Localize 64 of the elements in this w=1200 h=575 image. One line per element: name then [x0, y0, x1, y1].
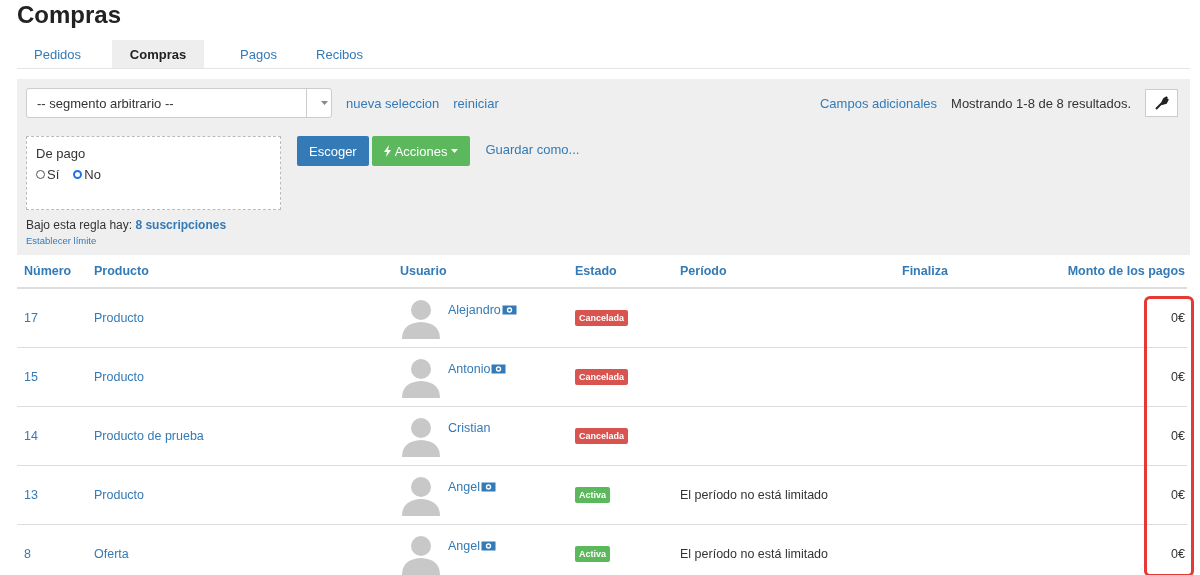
avatar-icon [400, 297, 442, 339]
user-link[interactable]: Cristian [448, 421, 491, 435]
wrench-icon [1154, 96, 1169, 110]
user-link[interactable]: Angel [448, 480, 480, 494]
tab[interactable]: Pedidos [17, 40, 98, 68]
order-number-link[interactable]: 17 [24, 311, 38, 325]
order-number-link[interactable]: 14 [24, 429, 38, 443]
tab[interactable]: Compras [112, 40, 204, 68]
column-header[interactable]: Finaliza [902, 264, 948, 278]
caret-icon [451, 149, 459, 153]
amount-text: 0€ [1171, 429, 1185, 443]
product-link[interactable]: Producto [94, 311, 145, 325]
additional-fields-link[interactable]: Campos adicionales [820, 95, 938, 111]
filter-link[interactable]: nueva seleccion [346, 95, 440, 111]
user-link[interactable]: Antonio [448, 362, 491, 376]
lightning-icon [383, 145, 391, 157]
set-limit-link[interactable]: Establecer límite [26, 235, 97, 246]
results-count: Mostrando 1-8 de 8 resultados. [951, 95, 1131, 111]
product-link[interactable]: Producto de prueba [94, 429, 204, 443]
rule-summary: Bajo esta regla hay: 8 suscripciones [26, 218, 228, 232]
period-text: El período no está limitado [680, 547, 828, 561]
save-as-link[interactable]: Guardar como... [485, 142, 580, 157]
rule-label: De pago [36, 146, 87, 161]
radio-label: No [84, 167, 101, 182]
user-link[interactable]: Angel [448, 539, 480, 553]
caret-icon [320, 101, 328, 105]
amount-text: 0€ [1171, 488, 1185, 502]
period-text: El período no está limitado [680, 488, 828, 502]
column-header[interactable]: Número [24, 264, 72, 278]
avatar-icon [400, 415, 442, 457]
page-title: Compras [17, 0, 122, 30]
status-badge: Cancelada [575, 369, 629, 385]
column-header[interactable]: Producto [94, 264, 149, 278]
filter-link[interactable]: reiniciar [453, 95, 499, 111]
settings-button[interactable] [1145, 89, 1178, 117]
segment-dropdown[interactable]: -- segmento arbitrario -- [26, 88, 332, 118]
product-link[interactable]: Producto [94, 488, 145, 502]
radio-label: Sí [47, 167, 60, 182]
radio-button[interactable] [36, 170, 45, 179]
order-number-link[interactable]: 15 [24, 370, 38, 384]
column-header[interactable]: Usuario [400, 264, 447, 278]
order-number-link[interactable]: 13 [24, 488, 38, 502]
status-badge: Cancelada [575, 310, 629, 326]
status-badge: Activa [575, 487, 610, 503]
column-header[interactable]: Período [680, 264, 727, 278]
status-badge: Cancelada [575, 428, 629, 444]
actions-button[interactable]: Acciones [371, 136, 471, 166]
radio-button[interactable] [73, 170, 83, 179]
tab[interactable]: Recibos [299, 40, 380, 68]
product-link[interactable]: Oferta [94, 547, 129, 561]
avatar-icon [400, 474, 442, 516]
column-header[interactable]: Monto de los pagos [1067, 264, 1185, 278]
user-link[interactable]: Alejandro [448, 303, 501, 317]
status-badge: Activa [575, 546, 610, 562]
column-header[interactable]: Estado [575, 264, 617, 278]
amount-text: 0€ [1171, 370, 1185, 384]
amount-text: 0€ [1171, 547, 1185, 561]
amount-text: 0€ [1171, 311, 1185, 325]
avatar-icon [400, 356, 442, 398]
avatar-icon [400, 533, 442, 575]
product-link[interactable]: Producto [94, 370, 145, 384]
choose-button[interactable]: Escoger [297, 136, 369, 166]
tab[interactable]: Pagos [218, 40, 299, 68]
order-number-link[interactable]: 8 [24, 547, 31, 561]
